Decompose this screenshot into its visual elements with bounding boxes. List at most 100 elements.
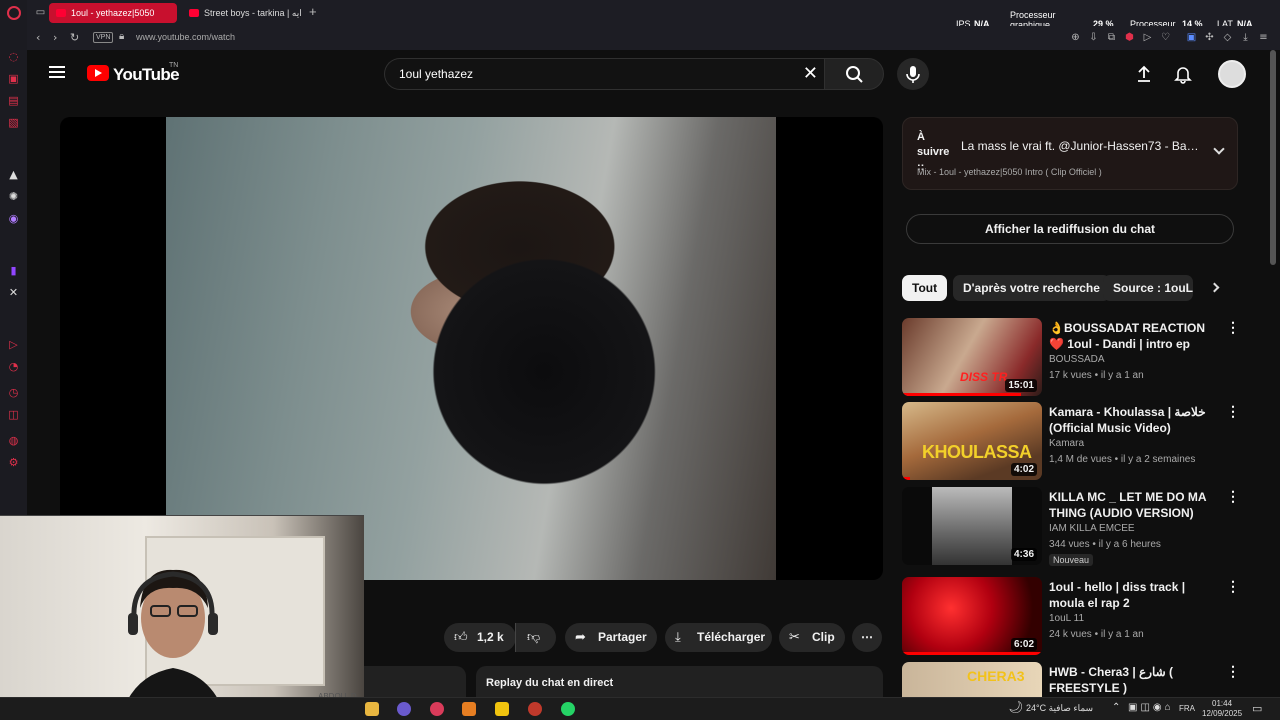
more-options-icon[interactable]: ⋮ [1226,579,1240,593]
video-frame[interactable] [166,117,776,580]
notification-center-icon[interactable]: ▭ [1252,702,1262,715]
download-icon[interactable]: ⤓ [1240,32,1251,43]
obs-icon[interactable] [397,702,411,716]
video-title[interactable]: KILLA MC _ LET ME DO MA THING (AUDIO VER… [1049,489,1219,521]
adblock-icon[interactable]: ⬢ [1124,32,1135,43]
like-button[interactable]: 👍︎ 1,2 k [444,623,516,652]
video-title[interactable]: 👌BOUSSADAT REACTION ❤️ 1oul - Dandi | in… [1049,320,1219,352]
file-explorer-icon[interactable] [365,702,379,716]
tab-active[interactable]: 1oul - yethazez|5050 [49,3,177,23]
clip-button[interactable]: ✂ Clip [779,623,845,652]
cube-icon[interactable]: ◇ [1222,32,1233,43]
twitch-icon[interactable]: ▮ [7,264,20,277]
chat-replay-bar[interactable]: Replay du chat en direct [476,666,883,700]
wallet-icon[interactable]: ▤ [7,94,20,107]
account-avatar[interactable] [1218,60,1246,88]
chevron-down-icon[interactable] [1213,143,1225,155]
zoom-icon[interactable]: ⊕ [1070,32,1081,43]
channel-name[interactable]: Kamara [1049,438,1084,449]
chatgpt-icon[interactable]: ✺ [7,190,20,203]
box-icon[interactable]: ◫ [7,408,20,421]
more-actions-button[interactable]: ⋯ [852,623,882,652]
browser-icon[interactable] [528,702,542,716]
more-options-icon[interactable]: ⋮ [1226,320,1240,334]
clock-icon[interactable]: ◷ [7,386,20,399]
recommendation-item[interactable]: CHERA3 HWB - Chera3 | شارع ( FREESTYLE )… [902,662,1242,697]
back-icon[interactable]: ‹ [36,31,40,44]
video-thumbnail[interactable]: DISS TR 15:01 [902,318,1042,396]
recommendation-item[interactable]: 4:36 KILLA MC _ LET ME DO MA THING (AUDI… [902,487,1242,567]
up-next-panel[interactable]: À suivre :: La mass le vrai ft. @Junior-… [902,117,1238,190]
video-thumbnail[interactable]: 4:36 [902,487,1042,565]
bulb-icon[interactable]: ◍ [7,434,20,447]
video-title[interactable]: HWB - Chera3 | شارع ( FREESTYLE ) [1049,664,1219,696]
play-icon[interactable]: ▷ [1142,32,1153,43]
whatsapp-icon[interactable] [561,702,575,716]
reload-icon[interactable]: ↻ [70,31,79,44]
channel-name[interactable]: 1ouL 11 [1049,613,1084,624]
bag-icon[interactable]: ▣ [7,72,20,85]
x-icon[interactable]: ✕ [7,286,20,299]
chip-related-search[interactable]: D'après votre recherche [953,275,1110,301]
download-button[interactable]: ⤓ Télécharger [665,623,772,652]
tab-street-boys[interactable]: Street boys - tarkina | ایه [182,3,304,23]
chevron-right-icon[interactable] [1209,282,1220,293]
opera-gx-icon[interactable] [430,702,444,716]
app-icon[interactable] [462,702,476,716]
recommendation-item[interactable]: DISS TR 15:01 👌BOUSSADAT REACTION ❤️ 1ou… [902,318,1242,398]
clock[interactable]: 01:44 12/09/2025 [1202,699,1242,719]
pin-icon[interactable]: ⇩ [1088,32,1099,43]
discord-icon[interactable]: ◉ [7,212,20,225]
recommendation-item[interactable]: KHOULASSA 4:02 Kamara - Khoulassa | خلاص… [902,402,1242,482]
extension-icon[interactable]: ▣ [1186,32,1197,43]
more-options-icon[interactable]: ⋮ [1226,489,1240,503]
music-icon[interactable]: ▧ [7,116,20,129]
url-field[interactable]: www.youtube.com/watch [136,32,235,42]
notifications-bell-icon[interactable] [1174,64,1192,84]
video-player[interactable] [60,117,883,580]
workspace-icon[interactable]: ▭ [35,7,46,18]
vpn-badge[interactable]: VPN [93,32,114,43]
hamburger-menu-icon[interactable] [49,66,65,78]
more-options-icon[interactable]: ⋮ [1226,664,1240,678]
video-title[interactable]: 1oul - hello | diss track | moula el rap… [1049,579,1219,611]
share-button[interactable]: ➦ Partager [565,623,657,652]
dislike-button[interactable]: 👎︎ [515,623,556,652]
player-icon[interactable]: ▷ [7,338,20,351]
search-button[interactable] [824,58,884,90]
channel-name[interactable]: BOUSSADA [1049,354,1105,365]
upload-icon[interactable] [1135,64,1153,84]
weather-text[interactable]: 24°C سماء صافية [1026,703,1093,714]
snapshot-icon[interactable]: ⧉ [1106,32,1117,43]
history-icon[interactable]: ◔ [7,360,20,373]
video-thumbnail[interactable]: KHOULASSA 4:02 [902,402,1042,480]
tray-icons[interactable]: ▣◫◉⌂ [1128,702,1174,713]
opera-logo-icon[interactable] [7,6,21,20]
settings-icon[interactable]: ⚙ [7,456,20,469]
heart-icon[interactable]: ♡ [1160,32,1171,43]
page-scrollbar[interactable] [1270,50,1276,265]
recommendation-item[interactable]: 6:02 1oul - hello | diss track | moula e… [902,577,1242,657]
show-chat-replay-button[interactable]: Afficher la rediffusion du chat [906,214,1234,244]
puzzle-icon[interactable]: ✣ [1204,32,1215,43]
chip-all[interactable]: Tout [902,275,948,301]
video-title[interactable]: Kamara - Khoulassa | خلاصة (Official Mus… [1049,404,1219,436]
aria-icon[interactable]: ◌ [7,50,20,63]
video-thumbnail[interactable]: CHERA3 [902,662,1042,697]
forward-icon[interactable]: › [53,31,57,44]
video-thumbnail[interactable]: 6:02 [902,577,1042,655]
up-next-title[interactable]: La mass le vrai ft. @Junior-Hassen73 - B… [961,139,1201,153]
voice-search-button[interactable] [897,58,929,90]
arrow-icon[interactable]: ▲ [7,168,20,181]
new-tab-button[interactable]: + [309,4,317,19]
search-input[interactable]: 1oul yethazez ✕ [384,58,824,90]
menu-icon[interactable]: ≡ [1258,32,1269,43]
language-indicator[interactable]: FRA [1179,704,1195,713]
channel-name[interactable]: IAM KILLA EMCEE [1049,523,1135,534]
more-options-icon[interactable]: ⋮ [1226,404,1240,418]
youtube-logo-icon[interactable] [87,65,109,81]
tray-chevron-icon[interactable]: ⌃ [1112,702,1120,713]
rockstar-icon[interactable] [495,702,509,716]
clear-search-icon[interactable]: ✕ [803,64,818,84]
chip-source[interactable]: Source : 1ouL 1 [1103,275,1193,301]
